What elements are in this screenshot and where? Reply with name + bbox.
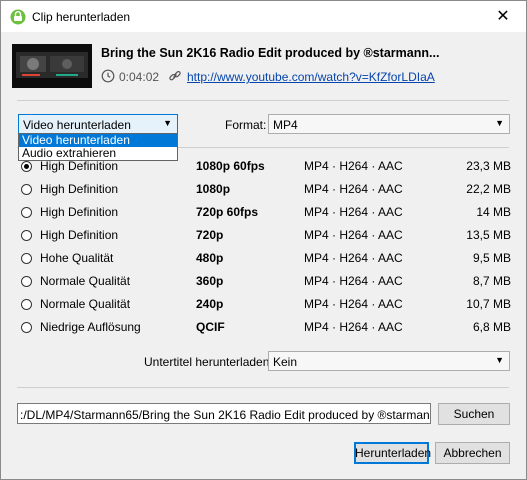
quality-radio[interactable] (21, 299, 32, 310)
resolution-label: 720p 60fps (196, 205, 259, 219)
path-divider (17, 387, 509, 388)
quality-label: High Definition (40, 228, 119, 242)
quality-option-row[interactable]: Normale Qualität 240p MP4 · H264 · AAC 10,7… (21, 297, 513, 315)
codec-label: MP4 · H264 · AAC (304, 182, 403, 196)
codec-label: MP4 · H264 · AAC (304, 251, 403, 265)
file-size-label: 6,8 MB (472, 320, 511, 334)
mode-option-audio[interactable]: Audio extrahieren (19, 147, 177, 160)
quality-option-row[interactable]: Hohe Qualität 480p MP4 · H264 · AAC 9,5 MB (21, 251, 513, 269)
app-logo-icon (10, 9, 26, 25)
resolution-label: QCIF (196, 320, 225, 334)
format-select[interactable]: MP4 ▼ (268, 114, 510, 134)
quality-radio[interactable] (21, 207, 32, 218)
chevron-down-icon: ▼ (163, 118, 172, 128)
format-select-value: MP4 (273, 118, 298, 132)
quality-radio[interactable] (21, 276, 32, 287)
file-size-label: 23,3 MB (466, 159, 511, 173)
codec-label: MP4 · H264 · AAC (304, 320, 403, 334)
chevron-down-icon: ▼ (495, 355, 504, 365)
dialog-window: Clip herunterladen ✕ Bring the Sun 2K16 … (0, 0, 527, 480)
quality-option-row[interactable]: High Definition 1080p 60fps MP4 · H264 · A… (21, 159, 513, 177)
quality-label: High Definition (40, 205, 119, 219)
cancel-button[interactable]: Abbrechen (435, 442, 510, 464)
mode-select-value: Video herunterladen (23, 118, 131, 132)
quality-label: High Definition (40, 159, 119, 173)
resolution-label: 360p (196, 274, 224, 288)
format-label: Format: (225, 118, 267, 132)
subtitles-select-value: Kein (273, 355, 298, 369)
mode-dropdown-list: Video herunterladen Audio extrahieren (18, 133, 178, 161)
quality-option-row[interactable]: High Definition 720p MP4 · H264 · AAC 13,5 … (21, 228, 513, 246)
resolution-label: 720p (196, 228, 224, 242)
quality-radio[interactable] (21, 161, 32, 172)
file-size-label: 8,7 MB (472, 274, 511, 288)
codec-label: MP4 · H264 · AAC (304, 274, 403, 288)
clip-duration: 0:04:02 (119, 70, 160, 84)
search-button[interactable]: Suchen (438, 403, 510, 425)
video-thumbnail (12, 44, 92, 88)
quality-radio[interactable] (21, 322, 32, 333)
quality-option-row[interactable]: Normale Qualität 360p MP4 · H264 · AAC 8,7 … (21, 274, 513, 292)
thumbnail-image (12, 44, 92, 88)
title-bar: Clip herunterladen ✕ (1, 1, 526, 32)
codec-label: MP4 · H264 · AAC (304, 297, 403, 311)
file-size-label: 9,5 MB (472, 251, 511, 265)
codec-label: MP4 · H264 · AAC (304, 228, 403, 242)
subtitles-select[interactable]: Kein ▼ (268, 351, 510, 371)
codec-label: MP4 · H264 · AAC (304, 159, 403, 173)
file-size-label: 22,2 MB (466, 182, 511, 196)
quality-label: Niedrige Auflösung (40, 320, 141, 334)
clip-title: Bring the Sun 2K16 Radio Edit produced b… (101, 46, 440, 60)
save-path-input[interactable]: :/DL/MP4/Starmann65/Bring the Sun 2K16 R… (17, 403, 431, 424)
header-divider (17, 100, 509, 101)
quality-radio[interactable] (21, 230, 32, 241)
clock-icon (101, 69, 115, 83)
file-size-label: 14 MB (476, 205, 511, 219)
download-button[interactable]: Herunterladen (354, 442, 431, 464)
clip-url-link[interactable]: http://www.youtube.com/watch?v=KfZforLDI… (187, 70, 435, 84)
link-icon (169, 70, 181, 81)
chevron-down-icon: ▼ (495, 118, 504, 128)
file-size-label: 13,5 MB (466, 228, 511, 242)
resolution-label: 480p (196, 251, 224, 265)
quality-label: High Definition (40, 182, 119, 196)
resolution-label: 1080p 60fps (196, 159, 265, 173)
subtitles-label: Untertitel herunterladen: (144, 355, 273, 369)
quality-option-row[interactable]: High Definition 720p 60fps MP4 · H264 · AA… (21, 205, 513, 223)
close-button[interactable]: ✕ (480, 1, 526, 32)
resolution-label: 1080p (196, 182, 231, 196)
quality-label: Normale Qualität (40, 274, 131, 288)
window-title: Clip herunterladen (32, 10, 131, 24)
file-size-label: 10,7 MB (466, 297, 511, 311)
quality-label: Normale Qualität (40, 297, 131, 311)
resolution-label: 240p (196, 297, 224, 311)
mode-select[interactable]: Video herunterladen ▼ (18, 114, 178, 134)
quality-label: Hohe Qualität (40, 251, 114, 265)
quality-option-row[interactable]: High Definition 1080p MP4 · H264 · AAC 22,2… (21, 182, 513, 200)
quality-radio[interactable] (21, 184, 32, 195)
save-path-value: :/DL/MP4/Starmann65/Bring the Sun 2K16 R… (20, 408, 431, 422)
quality-radio[interactable] (21, 253, 32, 264)
codec-label: MP4 · H264 · AAC (304, 205, 403, 219)
quality-option-row[interactable]: Niedrige Auflösung QCIF MP4 · H264 · AAC 6,… (21, 320, 513, 338)
